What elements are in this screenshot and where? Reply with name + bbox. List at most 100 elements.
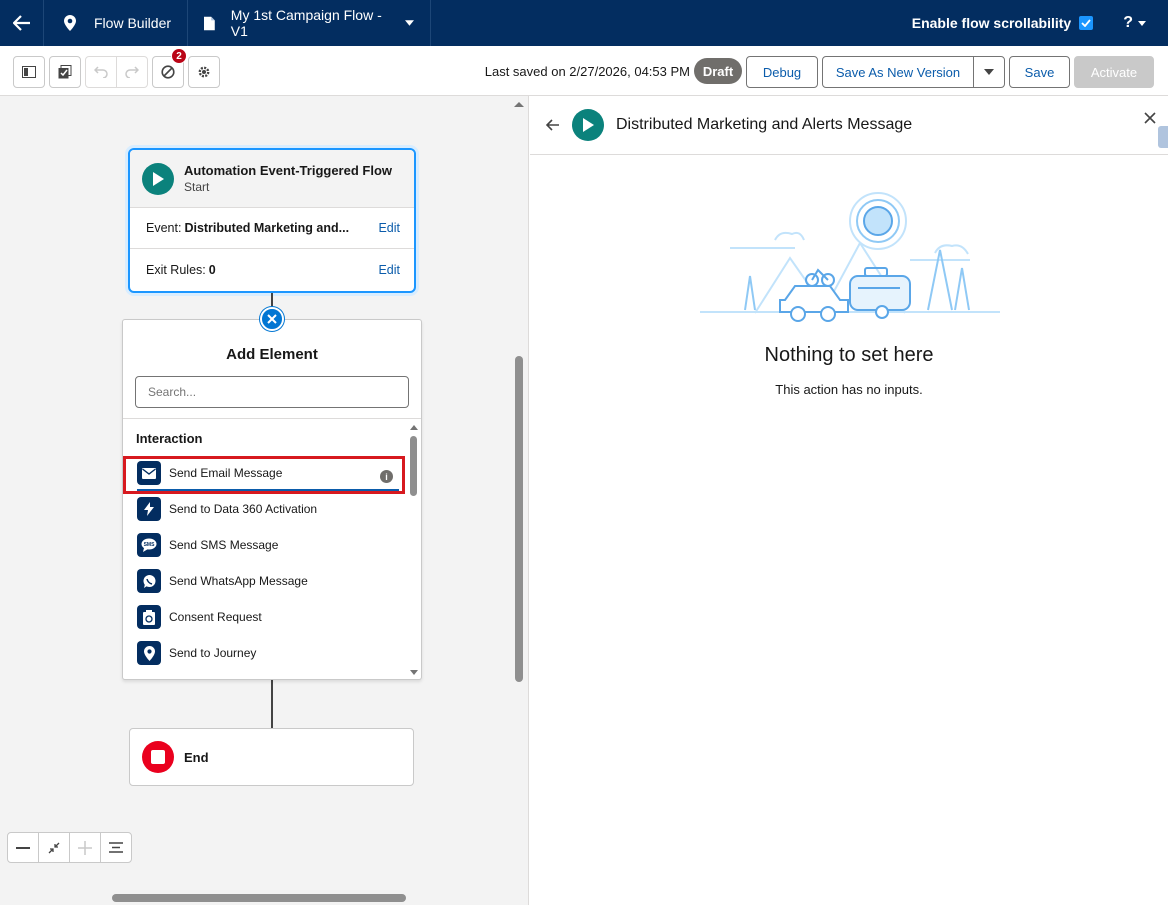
properties-panel: Distributed Marketing and Alerts Message… bbox=[530, 96, 1168, 905]
undo-icon bbox=[94, 66, 108, 78]
scrollability-toggle[interactable]: Enable flow scrollability bbox=[911, 15, 1094, 31]
zoom-controls bbox=[7, 832, 132, 863]
zoom-out-button[interactable] bbox=[8, 833, 39, 862]
element-search-input[interactable] bbox=[135, 376, 409, 408]
element-send-whatsapp[interactable]: Send WhatsApp Message bbox=[137, 567, 405, 595]
camping-illustration bbox=[700, 192, 1000, 322]
event-row: Event: Distributed Marketing and... Edit bbox=[130, 208, 414, 249]
scroll-up-icon[interactable] bbox=[409, 424, 419, 431]
minus-icon bbox=[16, 846, 30, 849]
plus-icon bbox=[78, 840, 92, 855]
scrollability-checkbox[interactable] bbox=[1079, 16, 1094, 30]
add-element-panel: Add Element Interaction Send Email Messa… bbox=[122, 319, 422, 680]
location-pin-icon bbox=[137, 641, 161, 665]
start-element-card[interactable]: Automation Event-Triggered Flow Start Ev… bbox=[128, 148, 416, 293]
element-list-scrollbar[interactable] bbox=[409, 424, 419, 676]
element-label: Consent Request bbox=[169, 610, 262, 624]
checklist-icon bbox=[58, 65, 72, 79]
section-heading: Interaction bbox=[136, 431, 203, 446]
end-element-card[interactable]: End bbox=[129, 728, 414, 786]
last-saved-text: Last saved on 2/27/2026, 04:53 PM bbox=[484, 64, 690, 79]
save-options-dropdown[interactable] bbox=[973, 56, 1005, 88]
checklist-button[interactable] bbox=[49, 56, 81, 88]
chevron-down-icon bbox=[405, 20, 415, 26]
document-icon bbox=[204, 16, 215, 30]
start-card-title: Automation Event-Triggered Flow bbox=[184, 163, 393, 178]
activate-button[interactable]: Activate bbox=[1074, 56, 1154, 88]
whatsapp-icon bbox=[137, 569, 161, 593]
event-label: Event: bbox=[146, 221, 182, 235]
settings-button[interactable] bbox=[188, 56, 220, 88]
exit-rules-value: 0 bbox=[208, 262, 216, 277]
location-pin-icon bbox=[64, 15, 76, 31]
debug-label: Debug bbox=[762, 64, 802, 80]
panel-icon bbox=[22, 66, 36, 78]
element-label: Send to Data 360 Activation bbox=[169, 502, 318, 516]
zoom-in-button[interactable] bbox=[70, 833, 101, 862]
contract-icon bbox=[48, 842, 60, 853]
back-arrow-icon[interactable] bbox=[546, 119, 560, 131]
help-menu[interactable]: ? bbox=[1123, 14, 1146, 32]
panel-header: Distributed Marketing and Alerts Message bbox=[530, 96, 1168, 155]
play-icon bbox=[572, 109, 604, 141]
scroll-thumb[interactable] bbox=[410, 436, 417, 496]
save-as-new-label: Save As New Version bbox=[835, 64, 961, 80]
sms-icon: SMS bbox=[137, 533, 161, 557]
add-element-title: Add Element bbox=[226, 346, 318, 363]
event-value: Distributed Marketing and... bbox=[184, 221, 350, 235]
ban-icon bbox=[161, 65, 175, 79]
redo-button[interactable] bbox=[116, 56, 148, 88]
edit-event-link[interactable]: Edit bbox=[378, 221, 400, 235]
chevron-down-icon bbox=[984, 69, 994, 75]
close-icon bbox=[267, 314, 277, 324]
close-icon[interactable] bbox=[1144, 112, 1156, 124]
app-name-section: Flow Builder bbox=[44, 0, 189, 46]
align-center-icon bbox=[109, 842, 123, 853]
save-button[interactable]: Save bbox=[1009, 56, 1070, 88]
top-nav-bar: Flow Builder My 1st Campaign Flow - V1 E… bbox=[0, 0, 1168, 46]
fit-view-button[interactable] bbox=[39, 833, 70, 862]
edit-exit-rules-link[interactable]: Edit bbox=[378, 263, 400, 277]
stop-icon bbox=[142, 741, 174, 773]
element-send-sms[interactable]: SMS Send SMS Message bbox=[137, 531, 405, 559]
toggle-panel-button[interactable] bbox=[13, 56, 45, 88]
info-icon[interactable]: i bbox=[380, 470, 393, 483]
errors-button[interactable]: 2 bbox=[152, 48, 187, 88]
back-button[interactable] bbox=[0, 0, 44, 46]
focus-underline bbox=[137, 489, 399, 491]
status-badge: Draft bbox=[694, 58, 742, 84]
panel-expand-handle[interactable] bbox=[1158, 126, 1168, 148]
flow-canvas[interactable]: Automation Event-Triggered Flow Start Ev… bbox=[0, 96, 529, 905]
element-send-data360[interactable]: Send to Data 360 Activation bbox=[137, 495, 405, 523]
scroll-thumb[interactable] bbox=[515, 356, 523, 682]
app-name: Flow Builder bbox=[94, 15, 172, 31]
canvas-horizontal-scrollbar[interactable] bbox=[112, 894, 406, 902]
activate-label: Activate bbox=[1090, 64, 1138, 80]
debug-button[interactable]: Debug bbox=[746, 56, 818, 88]
element-consent-request[interactable]: Consent Request bbox=[137, 603, 405, 631]
play-icon bbox=[142, 162, 174, 195]
divider bbox=[123, 418, 421, 419]
canvas-vertical-scrollbar[interactable] bbox=[512, 96, 526, 896]
flow-name-section[interactable]: My 1st Campaign Flow - V1 bbox=[188, 0, 432, 46]
help-icon: ? bbox=[1123, 14, 1133, 31]
scroll-up-icon[interactable] bbox=[512, 100, 526, 108]
chevron-down-icon bbox=[1138, 20, 1146, 26]
save-label: Save bbox=[1024, 64, 1055, 80]
close-add-element-button[interactable] bbox=[260, 307, 284, 331]
save-as-new-version-button[interactable]: Save As New Version bbox=[822, 56, 974, 88]
exit-rules-label: Exit Rules: bbox=[146, 262, 206, 277]
redo-icon bbox=[125, 66, 139, 78]
scrollability-label: Enable flow scrollability bbox=[911, 15, 1072, 31]
scroll-down-icon[interactable] bbox=[409, 669, 419, 676]
back-arrow-icon bbox=[12, 15, 30, 31]
element-send-to-journey[interactable]: Send to Journey bbox=[137, 639, 405, 667]
svg-text:SMS: SMS bbox=[144, 542, 156, 548]
toolbar: 2 Last saved on 2/27/2026, 04:53 PM Draf… bbox=[0, 46, 1168, 96]
end-label: End bbox=[184, 749, 209, 765]
exit-rules-row: Exit Rules: 0 Edit bbox=[130, 249, 414, 290]
element-label: Send WhatsApp Message bbox=[169, 574, 308, 588]
auto-layout-button[interactable] bbox=[101, 833, 131, 862]
undo-button[interactable] bbox=[85, 56, 117, 88]
check-icon bbox=[1081, 19, 1091, 27]
